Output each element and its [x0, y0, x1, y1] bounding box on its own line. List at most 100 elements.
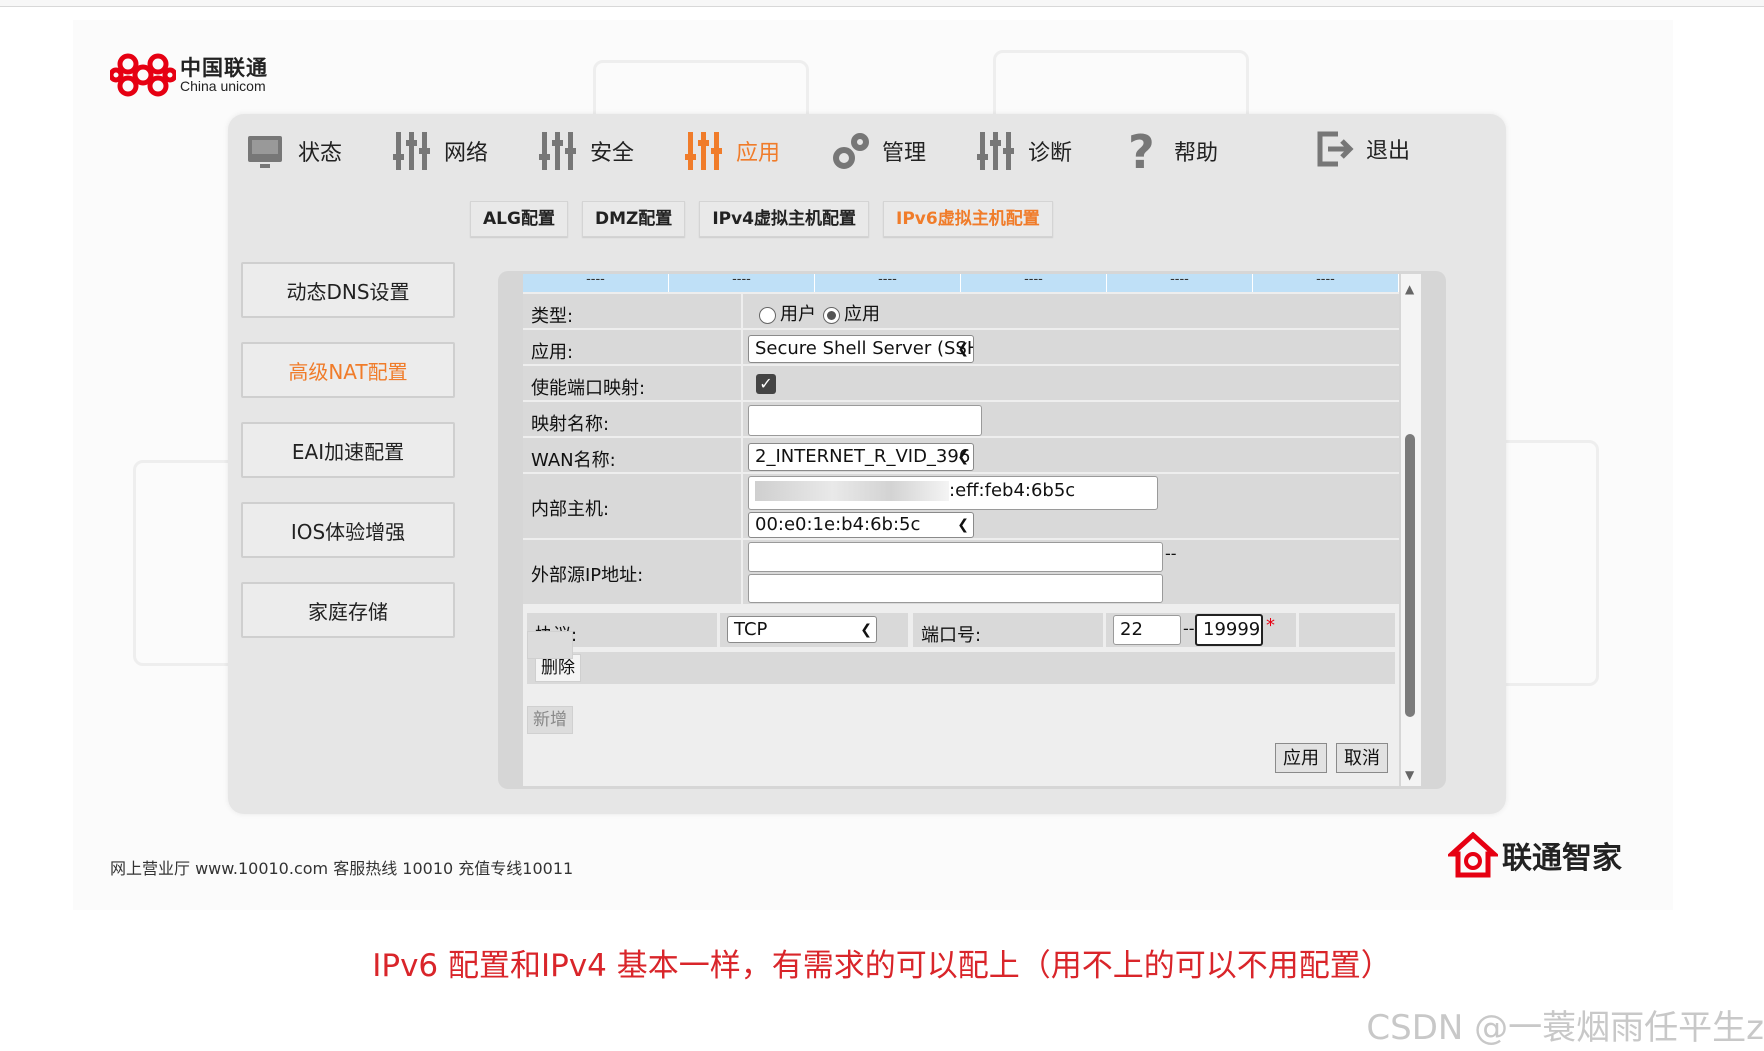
port-start-input[interactable]: 22	[1113, 615, 1181, 645]
ext-ip-end-input[interactable]	[748, 574, 1163, 603]
sidebar-item-ddns[interactable]: 动态DNS设置	[241, 262, 455, 318]
wan-select-value: 2_INTERNET_R_VID_396	[755, 446, 971, 467]
tab-dmz[interactable]: DMZ配置	[581, 201, 686, 237]
app-label: 应用:	[531, 342, 574, 363]
enable-checkbox[interactable]: ✓	[756, 374, 776, 394]
map-name-label: 映射名称:	[531, 414, 610, 435]
apply-button[interactable]: 应用	[1275, 743, 1327, 773]
table-header-cell: ----	[523, 274, 669, 292]
nav-diagnose[interactable]: 诊断	[976, 116, 1072, 186]
content-area: ---- ---- ---- ---- ---- ---- 类型: 用户 应用 …	[523, 274, 1399, 786]
type-row: 类型: 用户 应用	[523, 294, 1399, 330]
caption-text: IPv6 配置和IPv4 基本一样，有需求的可以配上（用不上的可以不用配置）	[372, 948, 1392, 984]
proto-value-cell: TCP ❮	[720, 613, 908, 647]
table-header-cell: ----	[815, 274, 961, 292]
add-button-placeholder	[527, 631, 573, 659]
sliders-icon	[976, 128, 1016, 174]
logo-cn-text: 中国联通	[180, 55, 268, 80]
ext-ip-separator: --	[1165, 544, 1177, 563]
wan-label: WAN名称:	[531, 450, 616, 471]
nav-management[interactable]: 管理	[830, 116, 926, 186]
scrollbar-thumb[interactable]	[1405, 434, 1415, 717]
radio-user-label: 用户	[780, 304, 816, 325]
nav-network[interactable]: 网络	[392, 116, 488, 186]
table-header-cell: ----	[1253, 274, 1399, 292]
nav-security[interactable]: 安全	[538, 116, 634, 186]
logo-en-text: China unicom	[180, 77, 266, 94]
nav-label: 应用	[736, 141, 781, 166]
type-user-option[interactable]: 用户	[759, 300, 816, 326]
nav-label: 帮助	[1174, 141, 1219, 166]
csdn-watermark: CSDN @一蓑烟雨任平生z	[1366, 1008, 1764, 1048]
host-ip-value: :eff:feb4:6b5c	[949, 480, 1076, 501]
add-button[interactable]: 新增	[527, 706, 573, 734]
scroll-up-arrow-icon[interactable]: ▲	[1405, 282, 1414, 296]
chevron-down-icon: ❮	[957, 449, 969, 465]
vertical-scrollbar[interactable]: ▲ ▼	[1401, 274, 1421, 786]
port-value-cell: 22 -- 19999 *	[1106, 613, 1296, 647]
footer-text: 网上营业厅 www.10010.com 客服热线 10010 充值专线10011	[110, 859, 574, 878]
table-header-cell: ----	[1107, 274, 1253, 292]
sliders-icon	[538, 128, 578, 174]
chevron-down-icon: ❮	[957, 517, 969, 533]
tab-ipv4-vhost[interactable]: IPv4虚拟主机配置	[699, 201, 870, 237]
chevron-down-icon: ❮	[860, 622, 872, 638]
app-row: 应用: Secure Shell Server (SSH) ❮	[523, 330, 1399, 366]
unicom-knot-icon	[108, 48, 178, 102]
nav-label: 状态	[298, 141, 343, 166]
type-app-option[interactable]: 应用	[823, 300, 880, 326]
delete-row-bg: 删除	[527, 652, 1395, 684]
host-mac-select[interactable]: 00:e0:1e:b4:6b:5c ❮	[748, 512, 974, 538]
ext-ip-label: 外部源IP地址:	[531, 565, 644, 586]
tab-alg[interactable]: ALG配置	[470, 201, 568, 237]
blurred-address	[755, 481, 949, 501]
delete-row: 删除	[523, 652, 1399, 696]
radio-user[interactable]	[759, 306, 776, 324]
host-label: 内部主机:	[531, 499, 610, 520]
scroll-down-arrow-icon[interactable]: ▼	[1405, 768, 1414, 782]
proto-extra-cell	[1299, 613, 1395, 647]
nav-label: 网络	[444, 141, 489, 166]
proto-select-value: TCP	[734, 619, 768, 640]
sidebar-item-eai[interactable]: EAI加速配置	[241, 422, 455, 478]
nav-application[interactable]: 应用	[684, 116, 780, 186]
nav-logout[interactable]: 退出	[1314, 114, 1410, 184]
unicom-smart-home-logo: 联通智家	[1448, 832, 1622, 878]
radio-app[interactable]	[823, 306, 840, 324]
chevron-down-icon: ❮	[957, 341, 969, 357]
nav-status[interactable]: 状态	[246, 116, 342, 186]
enable-label: 使能端口映射:	[531, 378, 646, 399]
app-select[interactable]: Secure Shell Server (SSH) ❮	[748, 335, 974, 363]
smart-home-text: 联通智家	[1502, 841, 1622, 876]
question-icon: ?	[1122, 125, 1162, 179]
proto-row: 协议: TCP ❮ 端口号: 22 -- 19999 *	[523, 610, 1399, 652]
nav-label: 管理	[882, 141, 927, 166]
table-header-cell: ----	[961, 274, 1107, 292]
host-mac-value: 00:e0:1e:b4:6b:5c	[755, 514, 921, 535]
nav-help[interactable]: ? 帮助	[1122, 116, 1218, 186]
table-header-row: ---- ---- ---- ---- ---- ----	[523, 274, 1399, 292]
sub-tabs: ALG配置 DMZ配置 IPv4虚拟主机配置 IPv6虚拟主机配置	[470, 201, 1067, 237]
ext-ip-start-input[interactable]	[748, 542, 1163, 572]
nav-label: 诊断	[1028, 141, 1073, 166]
browser-top-edge	[0, 0, 1764, 7]
table-header-cell: ----	[669, 274, 815, 292]
sidebar-item-ios[interactable]: IOS体验增强	[241, 502, 455, 558]
tab-ipv6-vhost[interactable]: IPv6虚拟主机配置	[883, 201, 1053, 237]
port-end-input[interactable]: 19999	[1195, 614, 1263, 646]
map-name-input[interactable]	[748, 405, 982, 436]
proto-select[interactable]: TCP ❮	[727, 616, 877, 643]
host-ip-input[interactable]: :eff:feb4:6b5c	[748, 476, 1158, 510]
sliders-icon	[684, 128, 724, 174]
china-unicom-logo: 中国联通 China unicom	[108, 48, 268, 102]
logout-icon	[1314, 126, 1354, 172]
cancel-button[interactable]: 取消	[1336, 743, 1388, 773]
type-label: 类型:	[531, 306, 574, 327]
wan-select[interactable]: 2_INTERNET_R_VID_396 ❮	[748, 443, 974, 471]
nav-label: 退出	[1366, 139, 1411, 164]
wan-row: WAN名称: 2_INTERNET_R_VID_396 ❮	[523, 438, 1399, 474]
radio-app-label: 应用	[844, 304, 880, 325]
sidebar-item-nat[interactable]: 高级NAT配置	[241, 342, 455, 398]
required-mark: *	[1266, 615, 1275, 636]
sidebar-item-storage[interactable]: 家庭存储	[241, 582, 455, 638]
